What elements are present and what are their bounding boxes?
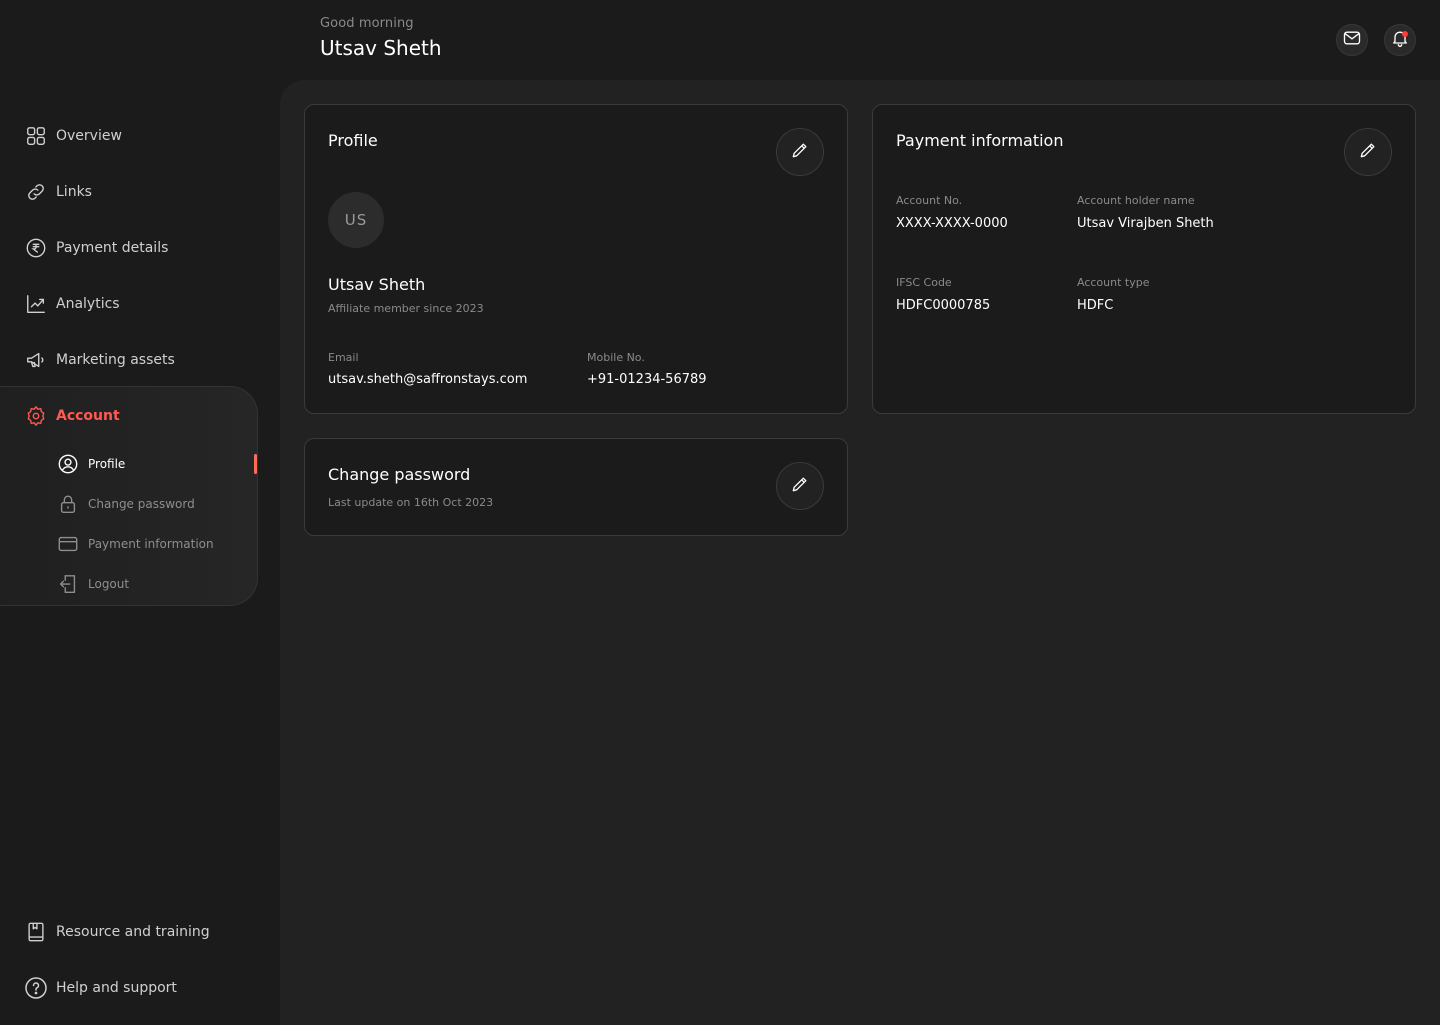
header-actions xyxy=(1336,24,1416,56)
sidebar-subitem-profile[interactable]: Profile xyxy=(56,451,125,477)
email-label: Email xyxy=(328,351,359,364)
pencil-icon xyxy=(790,474,810,498)
edit-payment-button[interactable] xyxy=(1344,128,1392,176)
mail-icon xyxy=(1342,28,1362,52)
page-header: Good morning Utsav Sheth xyxy=(320,16,442,60)
logout-icon xyxy=(56,572,80,596)
sidebar-subitem-label: Change password xyxy=(88,497,195,511)
main-content: Profile US Utsav Sheth Affiliate member … xyxy=(280,80,1440,1025)
pencil-icon xyxy=(790,140,810,164)
edit-profile-button[interactable] xyxy=(776,128,824,176)
mobile-label: Mobile No. xyxy=(587,351,645,364)
chart-icon xyxy=(24,292,48,316)
sidebar-item-analytics[interactable]: Analytics xyxy=(24,290,120,318)
user-circle-icon xyxy=(56,452,80,476)
ifsc-value: HDFC0000785 xyxy=(896,298,991,313)
sidebar-item-marketing-assets[interactable]: Marketing assets xyxy=(24,346,175,374)
sidebar-item-payment-details[interactable]: Payment details xyxy=(24,234,168,262)
member-since-text: Affiliate member since 2023 xyxy=(328,302,484,315)
account-no-value: XXXX-XXXX-0000 xyxy=(896,216,1008,231)
sidebar-item-overview[interactable]: Overview xyxy=(24,122,122,150)
profile-card: Profile US Utsav Sheth Affiliate member … xyxy=(304,104,848,414)
lock-icon xyxy=(56,492,80,516)
account-holder-label: Account holder name xyxy=(1077,194,1195,207)
sidebar-subitem-label: Logout xyxy=(88,577,130,591)
megaphone-icon xyxy=(24,348,48,372)
mail-button[interactable] xyxy=(1336,24,1368,56)
greeting-text: Good morning xyxy=(320,16,414,31)
avatar: US xyxy=(328,192,384,248)
change-password-card: Change password Last update on 16th Oct … xyxy=(304,438,848,536)
active-indicator xyxy=(254,454,257,474)
sidebar-subitem-payment-information[interactable]: Payment information xyxy=(56,531,214,557)
notification-dot xyxy=(1402,31,1408,37)
sidebar-subitem-label: Payment information xyxy=(88,537,214,551)
profile-card-title: Profile xyxy=(328,131,378,150)
payment-card-title: Payment information xyxy=(896,131,1064,150)
sidebar-item-label: Payment details xyxy=(56,240,169,256)
book-icon xyxy=(24,920,48,944)
sidebar-item-label: Resource and training xyxy=(56,924,210,940)
sidebar-item-label: Help and support xyxy=(56,980,177,996)
change-password-title: Change password xyxy=(328,465,471,484)
payment-information-card: Payment information Account No. XXXX-XXX… xyxy=(872,104,1416,414)
sidebar-item-links[interactable]: Links xyxy=(24,178,92,206)
account-holder-value: Utsav Virajben Sheth xyxy=(1077,216,1214,231)
sidebar-item-label: Marketing assets xyxy=(56,352,175,368)
app: Good morning Utsav Sheth Overview Links … xyxy=(0,0,1440,1025)
sidebar-item-help-and-support[interactable]: Help and support xyxy=(24,974,177,1002)
pencil-icon xyxy=(1358,140,1378,164)
sidebar-subitem-change-password[interactable]: Change password xyxy=(56,491,195,517)
account-no-label: Account No. xyxy=(896,194,963,207)
edit-password-button[interactable] xyxy=(776,462,824,510)
sidebar-item-label: Overview xyxy=(56,128,122,144)
sidebar-item-resource-and-training[interactable]: Resource and training xyxy=(24,918,210,946)
sidebar: Overview Links Payment details Analytics xyxy=(0,80,280,1025)
profile-name: Utsav Sheth xyxy=(328,275,426,294)
sidebar-item-label: Account xyxy=(56,408,120,424)
gear-icon xyxy=(24,404,48,428)
account-type-label: Account type xyxy=(1077,276,1150,289)
help-icon xyxy=(24,976,48,1000)
sidebar-item-label: Links xyxy=(56,184,92,200)
sidebar-subitem-logout[interactable]: Logout xyxy=(56,571,129,597)
grid-icon xyxy=(24,124,48,148)
sidebar-item-account[interactable]: Account xyxy=(24,402,120,430)
rupee-icon xyxy=(24,236,48,260)
sidebar-item-label: Analytics xyxy=(56,296,120,312)
email-value: utsav.sheth@saffronstays.com xyxy=(328,372,528,387)
user-name-heading: Utsav Sheth xyxy=(320,36,442,60)
mobile-value: +91-01234-56789 xyxy=(587,372,707,387)
sidebar-subitem-label: Profile xyxy=(88,457,126,471)
link-icon xyxy=(24,180,48,204)
account-type-value: HDFC xyxy=(1077,298,1114,313)
card-icon xyxy=(56,532,80,556)
notifications-button[interactable] xyxy=(1384,24,1416,56)
password-last-update: Last update on 16th Oct 2023 xyxy=(328,496,494,509)
ifsc-label: IFSC Code xyxy=(896,276,952,289)
